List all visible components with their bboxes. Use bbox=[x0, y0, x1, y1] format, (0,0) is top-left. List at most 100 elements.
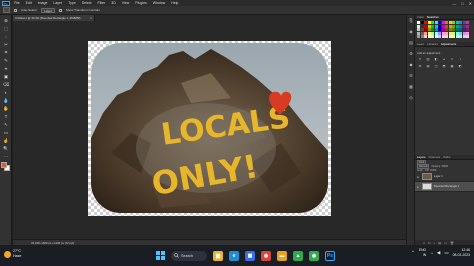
menu-filter[interactable]: Filter bbox=[98, 1, 106, 5]
color-picker-swatches[interactable] bbox=[1, 162, 11, 172]
hand-tool-icon[interactable]: ✋ bbox=[2, 106, 10, 112]
menu-window[interactable]: Window bbox=[153, 1, 165, 5]
eraser-tool-icon[interactable]: ⌫ bbox=[2, 82, 10, 88]
brushes-panel-icon[interactable]: ◎ bbox=[408, 95, 414, 101]
photoshop-taskbar-icon[interactable]: Ps bbox=[325, 250, 335, 261]
layer-row[interactable]: ● Layer 1 bbox=[415, 172, 474, 182]
files-app-icon[interactable]: ▬ bbox=[277, 250, 287, 261]
canvas[interactable]: LOCALS ONLY! bbox=[88, 41, 331, 216]
document-tab-close[interactable]: × bbox=[88, 15, 92, 21]
photo-filter-adjust-icon[interactable]: ◫ bbox=[433, 64, 439, 69]
shapes-panel-icon[interactable]: ◆ bbox=[408, 62, 414, 68]
levels-adjust-icon[interactable]: ▥ bbox=[425, 57, 431, 62]
paragraph-panel-icon[interactable]: ☰ bbox=[408, 73, 414, 79]
weather-widget[interactable]: 27°C Haze bbox=[4, 249, 21, 259]
taskbar-search[interactable]: Search bbox=[171, 250, 207, 261]
microsoft-store-icon[interactable]: ▦ bbox=[245, 250, 255, 261]
blur-tool-icon[interactable]: 💧 bbox=[2, 98, 10, 104]
eyedropper-tool-icon[interactable]: ✎ bbox=[2, 58, 10, 64]
gradient-tool-icon[interactable]: ◐ bbox=[2, 90, 10, 96]
new-layer-icon[interactable]: ▭ bbox=[444, 241, 447, 245]
language-indicator[interactable]: ENG IN bbox=[419, 248, 426, 258]
foreground-color-swatch[interactable] bbox=[1, 162, 7, 168]
volume-icon[interactable]: ◀ bbox=[437, 250, 440, 256]
move-tool-preset-icon[interactable] bbox=[3, 7, 10, 13]
fill-field[interactable]: Fill: 100% bbox=[425, 169, 436, 172]
chrome-profile-icon[interactable]: ◉ bbox=[309, 250, 319, 261]
opacity-field[interactable]: Opacity: 100% bbox=[431, 165, 448, 168]
tab-adjustments[interactable]: Adjustments bbox=[441, 42, 456, 46]
tab-learn[interactable]: Learn bbox=[417, 42, 424, 46]
chevron-up-icon[interactable]: ⌃ bbox=[411, 250, 415, 256]
link-layers-icon[interactable]: ∞ bbox=[423, 241, 425, 245]
color-balance-adjust-icon[interactable]: ⚖ bbox=[417, 64, 423, 69]
hue-saturation-adjust-icon[interactable]: ◑ bbox=[457, 57, 463, 62]
windows-start-icon[interactable] bbox=[155, 251, 165, 261]
color-swatch[interactable] bbox=[466, 35, 469, 38]
layer-style-icon[interactable]: fx bbox=[428, 241, 430, 245]
menu-type[interactable]: Type bbox=[68, 1, 76, 5]
more-tools-icon[interactable]: ⋯ bbox=[2, 154, 10, 160]
tab-channels[interactable]: Channels bbox=[428, 155, 440, 159]
crop-tool-icon[interactable]: ⌗ bbox=[2, 50, 10, 56]
tab-color[interactable]: Color bbox=[417, 15, 424, 19]
brush-tool-icon[interactable]: ▣ bbox=[2, 74, 10, 80]
menu-help[interactable]: Help bbox=[171, 1, 178, 5]
menu-select[interactable]: Select bbox=[82, 1, 92, 5]
clock[interactable]: 12:46 08-03-2023 bbox=[453, 248, 470, 258]
lasso-tool-icon[interactable]: ◌ bbox=[2, 34, 10, 40]
tab-layers[interactable]: Layers bbox=[417, 155, 425, 159]
maximize-button[interactable]: □ bbox=[461, 1, 463, 6]
black-white-adjust-icon[interactable]: ▤ bbox=[425, 64, 431, 69]
patterns-panel-icon[interactable]: ▦ bbox=[408, 84, 414, 90]
quick-selection-tool-icon[interactable]: ✂ bbox=[2, 42, 10, 48]
menu-plugins[interactable]: Plugins bbox=[135, 1, 146, 5]
edge-browser-icon[interactable]: e bbox=[229, 250, 239, 261]
file-explorer-icon[interactable]: ▆ bbox=[213, 250, 223, 261]
tab-swatches[interactable]: Swatches bbox=[427, 15, 439, 19]
channel-mixer-adjust-icon[interactable]: ⬒ bbox=[441, 64, 447, 69]
color-lookup-adjust-icon[interactable]: ▦ bbox=[449, 64, 455, 69]
auto-select-dropdown[interactable]: Layer bbox=[41, 7, 55, 13]
brightness-adjust-icon[interactable]: ☀ bbox=[417, 57, 423, 62]
close-button[interactable]: ✕ bbox=[469, 1, 472, 6]
delete-layer-icon[interactable]: 🗑 bbox=[450, 241, 454, 245]
visibility-eye-icon[interactable]: ● bbox=[417, 185, 420, 189]
exposure-adjust-icon[interactable]: ⊿ bbox=[441, 57, 447, 62]
move-tool-icon[interactable]: ⊕ bbox=[2, 18, 10, 24]
menu-3d[interactable]: 3D bbox=[111, 1, 115, 5]
properties-panel-icon[interactable]: ◉ bbox=[408, 29, 414, 35]
wifi-icon[interactable]: ◔ bbox=[430, 251, 433, 256]
chrome-icon[interactable]: ◉ bbox=[261, 250, 271, 261]
path-selection-tool-icon[interactable]: ↖ bbox=[2, 122, 10, 128]
battery-icon[interactable]: ▭ bbox=[444, 250, 448, 256]
menu-edit[interactable]: Edit bbox=[26, 1, 32, 5]
vpn-app-icon[interactable]: ▲ bbox=[293, 250, 303, 261]
document-tab[interactable]: Untitled-1 @ 33.3% (Rounded Rectangle 1,… bbox=[13, 15, 95, 21]
add-mask-icon[interactable]: ◐ bbox=[433, 241, 435, 245]
visibility-eye-icon[interactable]: ● bbox=[417, 175, 420, 179]
type-tool-icon[interactable]: T bbox=[2, 114, 10, 120]
vibrance-adjust-icon[interactable]: ▽ bbox=[449, 57, 455, 62]
menu-image[interactable]: Image bbox=[38, 1, 48, 5]
menu-file[interactable]: File bbox=[14, 1, 20, 5]
tab-libraries[interactable]: Libraries bbox=[427, 42, 438, 46]
rectangle-tool-icon[interactable]: ▭ bbox=[2, 130, 10, 136]
menu-layer[interactable]: Layer bbox=[53, 1, 62, 5]
auto-select-checkbox[interactable] bbox=[14, 8, 17, 12]
info-panel-icon[interactable]: ▤ bbox=[408, 40, 414, 46]
transform-controls-checkbox[interactable] bbox=[58, 8, 62, 12]
invert-adjust-icon[interactable]: ◩ bbox=[457, 64, 463, 69]
hand-pan-tool-icon[interactable]: ☝ bbox=[2, 138, 10, 144]
menu-view[interactable]: View bbox=[122, 1, 130, 5]
curves-adjust-icon[interactable]: ◧ bbox=[433, 57, 439, 62]
zoom-tool-icon[interactable]: 🔍 bbox=[2, 146, 10, 152]
history-panel-icon[interactable]: ⎘ bbox=[408, 18, 414, 24]
minimize-button[interactable]: — bbox=[452, 1, 456, 6]
healing-brush-tool-icon[interactable]: ⌖ bbox=[2, 66, 10, 72]
layer-row-selected[interactable]: ● Rounded Rectangle 1 bbox=[415, 182, 474, 192]
settings-panel-icon[interactable]: ⚙ bbox=[408, 51, 414, 57]
new-group-icon[interactable]: ▤ bbox=[438, 241, 441, 245]
marquee-tool-icon[interactable]: ⬚ bbox=[2, 26, 10, 32]
tab-paths[interactable]: Paths bbox=[443, 155, 450, 159]
